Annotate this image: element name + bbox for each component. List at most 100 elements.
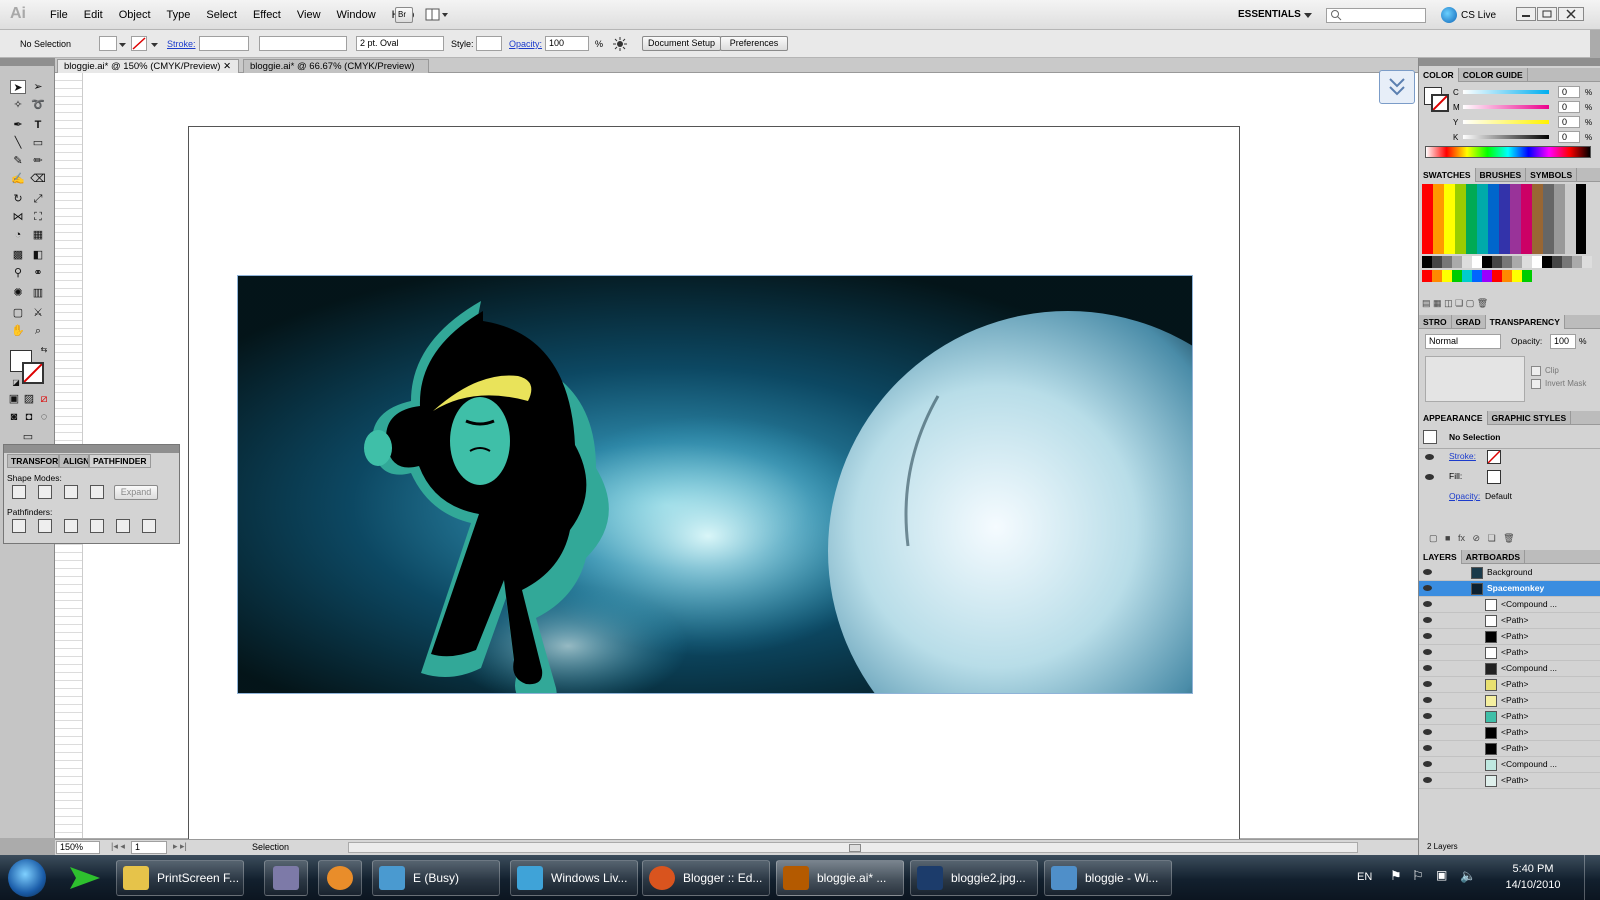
eye-icon[interactable] [1423, 713, 1432, 719]
tab-bloggie-66[interactable]: bloggie.ai* @ 66.67% (CMYK/Preview) ✕ [243, 59, 429, 85]
tab-swatches[interactable]: SWATCHES [1419, 168, 1476, 182]
draw-normal-icon[interactable]: ◙ [6, 410, 22, 424]
sublayer-row[interactable]: <Path> [1419, 645, 1600, 661]
opacity-field[interactable]: 100 [545, 36, 589, 51]
value-c[interactable]: 0 [1558, 86, 1580, 98]
eye-icon[interactable] [1423, 729, 1432, 735]
tab-appearance[interactable]: APPEARANCE [1419, 411, 1488, 425]
color-stroke-swatch[interactable] [1431, 94, 1449, 112]
cs-live-label[interactable]: CS Live [1461, 10, 1496, 21]
expand-button[interactable]: Expand [114, 485, 158, 500]
clock-date[interactable]: 14/10/2010 [1500, 879, 1566, 891]
eye-icon[interactable] [1425, 454, 1434, 460]
status-mode[interactable]: Selection [252, 842, 289, 852]
workspace-switcher[interactable]: ESSENTIALS [1238, 9, 1301, 20]
variable-width-profile[interactable] [259, 36, 347, 51]
crop-icon[interactable] [90, 519, 104, 533]
taskbar-explorer[interactable]: PrintScreen F... [116, 860, 244, 896]
mesh-tool-icon[interactable]: ▩ [10, 248, 26, 262]
opacity-label[interactable]: Opacity: [509, 39, 542, 49]
language-indicator[interactable]: EN [1357, 871, 1372, 883]
tab-transparency[interactable]: TRANSPARENCY [1485, 315, 1565, 329]
free-transform-tool-icon[interactable]: ⛶ [30, 210, 46, 224]
chevron-down-icon[interactable] [1304, 11, 1312, 22]
swatch-grid[interactable] [1422, 184, 1586, 254]
recolor-artwork-icon[interactable] [612, 36, 632, 52]
taskbar-app-3[interactable] [318, 860, 362, 896]
minus-front-icon[interactable] [38, 485, 52, 499]
zoom-level-field[interactable]: 150% [56, 841, 100, 854]
eye-icon[interactable] [1425, 474, 1434, 480]
panel-grip[interactable] [1419, 58, 1600, 66]
taskbar-photoshop[interactable]: bloggie2.jpg... [910, 860, 1038, 896]
width-tool-icon[interactable]: ⋈ [10, 210, 26, 224]
slider-c[interactable] [1463, 90, 1549, 94]
network-icon[interactable]: ▣ [1436, 868, 1447, 882]
layer-row-selected[interactable]: Spacemonkey [1419, 581, 1600, 597]
chevron-down-icon[interactable] [119, 40, 126, 51]
new-swatch-icon[interactable]: ▢ [1466, 298, 1475, 308]
eye-icon[interactable] [1423, 665, 1432, 671]
menu-object[interactable]: Object [111, 9, 159, 21]
minimize-button[interactable] [1516, 7, 1536, 21]
trim-icon[interactable] [38, 519, 52, 533]
next-artboard-icon[interactable]: ▸ ▸| [173, 841, 187, 852]
swatch-brights[interactable] [1422, 270, 1532, 282]
taskbar-app-2[interactable] [264, 860, 308, 896]
duplicate-item-icon[interactable]: ❏ [1488, 533, 1496, 543]
sublayer-row[interactable]: <Path> [1419, 773, 1600, 789]
value-y[interactable]: 0 [1558, 116, 1580, 128]
pen-tool-icon[interactable]: ✒ [10, 118, 26, 132]
eye-icon[interactable] [1423, 697, 1432, 703]
appearance-stroke-swatch[interactable] [1487, 450, 1501, 464]
pencil-tool-icon[interactable]: ✏ [30, 154, 46, 168]
space-monkey-artwork[interactable] [237, 275, 1193, 694]
collapse-panel-icon[interactable] [1379, 70, 1415, 104]
line-tool-icon[interactable]: ╲ [10, 136, 26, 150]
lasso-tool-icon[interactable]: ➰ [30, 98, 46, 112]
sublayer-row[interactable]: <Compound ... [1419, 661, 1600, 677]
sublayer-row[interactable]: <Compound ... [1419, 757, 1600, 773]
help-search-input[interactable] [1326, 8, 1426, 23]
selection-tool-icon[interactable]: ➤ [10, 80, 26, 94]
stroke-swatch[interactable] [22, 362, 44, 384]
exclude-icon[interactable] [90, 485, 104, 499]
magic-wand-tool-icon[interactable]: ✧ [10, 98, 26, 112]
eyedropper-tool-icon[interactable]: ⚲ [10, 266, 26, 280]
graph-tool-icon[interactable]: ▥ [30, 286, 46, 300]
document-setup-button[interactable]: Document Setup [642, 36, 722, 51]
eye-icon[interactable] [1423, 601, 1432, 607]
tab-stroke[interactable]: STRO [1419, 315, 1452, 329]
menu-file[interactable]: File [42, 9, 76, 21]
intersect-icon[interactable] [64, 485, 78, 499]
layer-row[interactable]: Background [1419, 565, 1600, 581]
eye-icon[interactable] [1423, 585, 1432, 591]
panel-grip[interactable] [0, 58, 55, 66]
taskbar-illustrator[interactable]: bloggie.ai* ... [776, 860, 904, 896]
menu-view[interactable]: View [289, 9, 329, 21]
tab-gradient[interactable]: GRAD [1452, 315, 1486, 329]
panel-grip[interactable] [4, 445, 179, 453]
taskbar-messenger-busy[interactable]: E (Busy) [372, 860, 500, 896]
merge-icon[interactable] [64, 519, 78, 533]
none-mode-icon[interactable]: ⧄ [36, 392, 52, 406]
tab-graphic-styles[interactable]: GRAPHIC STYLES [1488, 411, 1572, 425]
green-flag-icon[interactable] [68, 865, 102, 891]
appearance-fill-swatch[interactable] [1487, 470, 1501, 484]
menu-select[interactable]: Select [198, 9, 245, 21]
blob-brush-tool-icon[interactable]: ✍ [10, 172, 26, 186]
volume-icon[interactable]: 🔈 [1460, 868, 1476, 884]
value-m[interactable]: 0 [1558, 101, 1580, 113]
eye-icon[interactable] [1423, 633, 1432, 639]
slider-k[interactable] [1463, 135, 1549, 139]
swatch-library-icon[interactable]: ▤ [1422, 298, 1431, 308]
first-artboard-icon[interactable]: |◂ ◂ [111, 841, 125, 852]
brush-definition-field[interactable]: 2 pt. Oval [356, 36, 444, 51]
default-colors-icon[interactable]: ◪ [8, 376, 24, 390]
menu-edit[interactable]: Edit [76, 9, 111, 21]
sublayer-row[interactable]: <Path> [1419, 709, 1600, 725]
sublayer-row[interactable]: <Path> [1419, 741, 1600, 757]
symbol-sprayer-tool-icon[interactable]: ✺ [10, 286, 26, 300]
tab-symbols[interactable]: SYMBOLS [1526, 168, 1578, 182]
taskbar-firefox[interactable]: Blogger :: Ed... [642, 860, 770, 896]
